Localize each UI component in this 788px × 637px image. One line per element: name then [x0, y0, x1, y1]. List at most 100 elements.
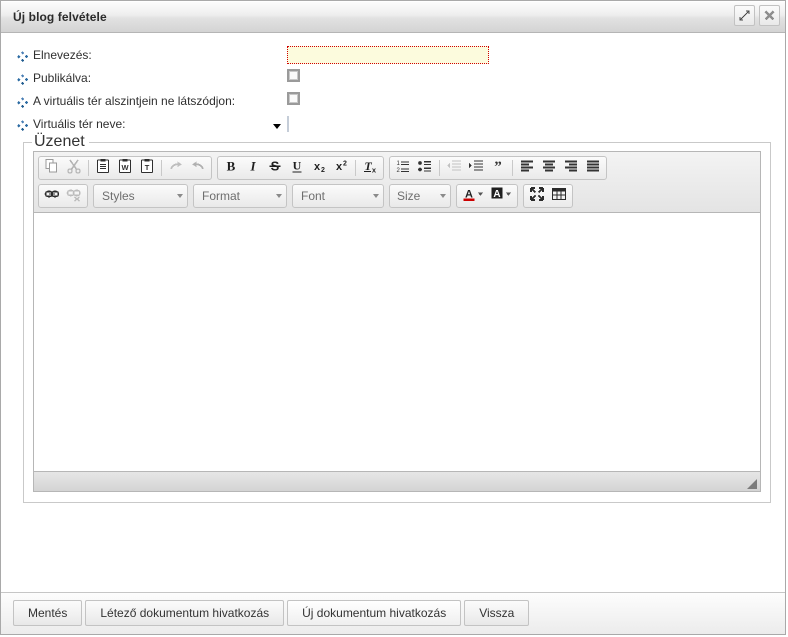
- chevron-down-icon: [177, 194, 183, 198]
- table-icon: [551, 186, 567, 207]
- cut-icon: [66, 158, 82, 179]
- save-button[interactable]: Mentés: [13, 600, 83, 626]
- svg-text:x: x: [314, 161, 321, 173]
- format-combo-label: Format: [202, 189, 241, 203]
- copy-icon: [44, 158, 60, 179]
- text-color-button[interactable]: A: [459, 186, 487, 206]
- subscript-button[interactable]: x 2: [308, 158, 330, 178]
- redo-button[interactable]: [165, 158, 187, 178]
- numbered-list-button[interactable]: 1 2: [392, 158, 414, 178]
- undo-icon: [190, 158, 206, 179]
- svg-text:”: ”: [494, 159, 502, 174]
- rich-text-editor: W T B I S U x 2 x 2 T x 1 2 ” Styles For…: [33, 151, 761, 492]
- tools-group: [523, 184, 573, 208]
- svg-text:W: W: [121, 163, 129, 172]
- editor-toolbar: W T B I S U x 2 x 2 T x 1 2 ” Styles For…: [34, 152, 760, 213]
- strikethrough-icon: S: [267, 158, 283, 179]
- svg-text:x: x: [336, 161, 343, 173]
- superscript-icon: x 2: [333, 158, 349, 179]
- link-icon: [44, 186, 60, 207]
- svg-text:1: 1: [397, 161, 401, 167]
- virtualis-ter-field-wrap: [273, 115, 289, 133]
- maximize-icon: [739, 10, 750, 21]
- underline-button[interactable]: U: [286, 158, 308, 178]
- format-combo[interactable]: Format: [193, 184, 287, 208]
- toolbar-separator: [88, 160, 89, 176]
- table-button[interactable]: [548, 186, 570, 206]
- toolbar-row-1: W T B I S U x 2 x 2 T x 1 2 ”: [38, 156, 757, 180]
- unlink-button[interactable]: [63, 186, 85, 206]
- align-right-button[interactable]: [560, 158, 582, 178]
- editor-content-area[interactable]: [34, 213, 760, 471]
- close-button[interactable]: [759, 5, 780, 26]
- align-center-icon: [541, 158, 557, 179]
- bulleted-list-icon: [417, 158, 433, 179]
- copy-button[interactable]: [41, 158, 63, 178]
- virtualis-ter-select[interactable]: [273, 115, 289, 132]
- styles-combo[interactable]: Styles: [93, 184, 188, 208]
- form-row-publikalva: Publikálva:: [1, 66, 785, 89]
- align-right-icon: [563, 158, 579, 179]
- maximize-button[interactable]: [526, 186, 548, 206]
- label-elnevezes: Elnevezés:: [33, 47, 92, 62]
- maximize-button[interactable]: [734, 5, 755, 26]
- svg-text:U: U: [293, 158, 302, 172]
- svg-text:T: T: [145, 163, 150, 172]
- font-combo-label: Font: [301, 189, 326, 203]
- undo-button[interactable]: [187, 158, 209, 178]
- elnevezes-input[interactable]: [287, 45, 489, 64]
- toolbar-separator: [355, 160, 356, 176]
- bold-button[interactable]: B: [220, 158, 242, 178]
- align-center-button[interactable]: [538, 158, 560, 178]
- alszintek-field-wrap: [287, 91, 300, 110]
- label-alszintek: A virtuális tér alszintjein ne látszódjo…: [33, 93, 236, 108]
- align-left-button[interactable]: [516, 158, 538, 178]
- diamond-bullet-icon: [17, 49, 29, 63]
- dialog-footer: Mentés Létező dokumentum hivatkozás Új d…: [1, 592, 785, 634]
- publikalva-checkbox[interactable]: [287, 68, 300, 82]
- alszintek-checkbox[interactable]: [287, 91, 300, 105]
- cut-button[interactable]: [63, 158, 85, 178]
- remove-format-icon: T x: [362, 158, 378, 179]
- numbered-list-icon: 1 2: [395, 158, 411, 179]
- paste-icon: [95, 158, 111, 179]
- italic-button[interactable]: I: [242, 158, 264, 178]
- bold-icon: B: [223, 158, 239, 179]
- form-row-alszintek: A virtuális tér alszintjein ne látszódjo…: [1, 89, 785, 112]
- link-button[interactable]: [41, 186, 63, 206]
- paste-from-word-icon: W: [117, 158, 133, 179]
- outdent-button[interactable]: [443, 158, 465, 178]
- back-button[interactable]: Vissza: [464, 600, 530, 626]
- colors-group: A A: [456, 184, 518, 208]
- diamond-bullet-icon: [17, 95, 29, 109]
- font-combo[interactable]: Font: [292, 184, 384, 208]
- italic-icon: I: [245, 158, 261, 179]
- bulleted-list-button[interactable]: [414, 158, 436, 178]
- indent-button[interactable]: [465, 158, 487, 178]
- background-color-button[interactable]: A: [487, 186, 515, 206]
- blockquote-button[interactable]: ”: [487, 158, 509, 178]
- paste-as-text-button[interactable]: T: [136, 158, 158, 178]
- editor-footer: [34, 471, 760, 491]
- resize-grip[interactable]: [747, 479, 757, 489]
- svg-text:2: 2: [397, 168, 401, 174]
- background-color-icon: A: [490, 186, 512, 207]
- redo-icon: [168, 158, 184, 179]
- remove-format-button[interactable]: T x: [359, 158, 381, 178]
- align-justify-button[interactable]: [582, 158, 604, 178]
- align-left-icon: [519, 158, 535, 179]
- size-combo[interactable]: Size: [389, 184, 451, 208]
- new-document-link-button[interactable]: Új dokumentum hivatkozás: [287, 600, 462, 626]
- existing-document-link-button[interactable]: Létező dokumentum hivatkozás: [85, 600, 285, 626]
- new-blog-dialog: Új blog felvétele Elnevezés: Publikálva:…: [0, 0, 786, 635]
- superscript-button[interactable]: x 2: [330, 158, 352, 178]
- strikethrough-button[interactable]: S: [264, 158, 286, 178]
- dialog-title: Új blog felvétele: [13, 9, 107, 24]
- unlink-icon: [66, 186, 82, 207]
- styles-combo-label: Styles: [102, 189, 135, 203]
- subscript-icon: x 2: [311, 158, 327, 179]
- outdent-icon: [446, 158, 462, 179]
- paste-button[interactable]: [92, 158, 114, 178]
- paste-from-word-button[interactable]: W: [114, 158, 136, 178]
